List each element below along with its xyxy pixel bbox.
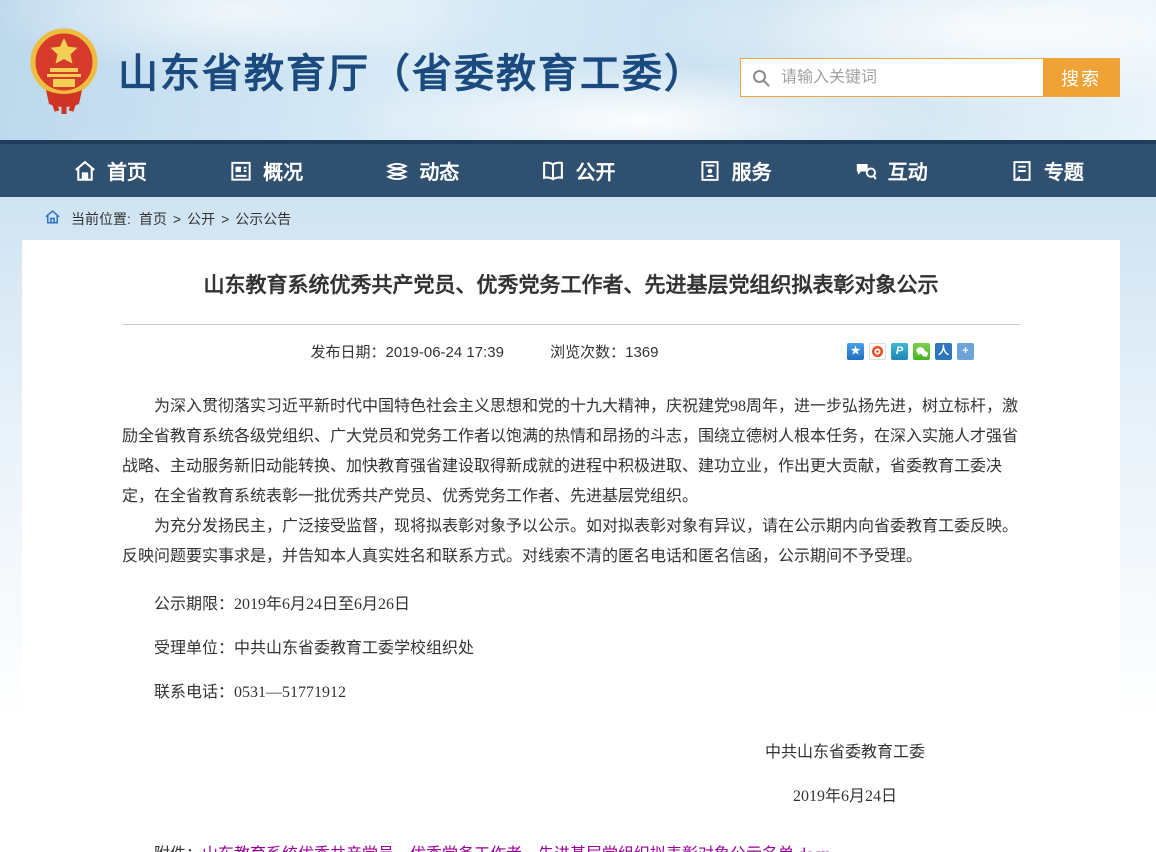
site-header: 山东省教育厅（省委教育工委） 搜索 [0, 0, 1156, 140]
search-bar: 搜索 [740, 58, 1120, 97]
service-icon [697, 158, 723, 184]
article-title: 山东教育系统优秀共产党员、优秀党务工作者、先进基层党组织拟表彰对象公示 [122, 272, 1020, 300]
breadcrumb-home-icon [44, 209, 61, 229]
main-area: 当前位置: 首页 > 公开 > 公示公告 山东教育系统优秀共产党员、优秀党务工作… [0, 197, 1156, 852]
attachment-line: 附件：山东教育系统优秀共产党员、优秀党务工作者、先进基层党组织拟表彰对象公示名单… [122, 840, 1020, 852]
views-count: 1369 [625, 344, 658, 361]
publish-date-label: 发布日期： [310, 344, 385, 361]
share-toolbar: ★ P 人 [847, 343, 974, 360]
signature-date: 2019年6月24日 [765, 782, 925, 812]
national-emblem-logo [30, 24, 98, 116]
topics-icon [1009, 158, 1035, 184]
nav-item-service[interactable]: 服务 [697, 156, 772, 185]
share-more-icon[interactable]: + [957, 343, 974, 360]
breadcrumb-item-disclosure[interactable]: 公开 [187, 209, 215, 229]
share-qzone-icon[interactable]: ★ [847, 343, 864, 360]
nav-item-home[interactable]: 首页 [72, 156, 147, 185]
search-button[interactable]: 搜索 [1043, 59, 1119, 96]
article-body: 为深入贯彻落实习近平新时代中国特色社会主义思想和党的十九大精神，庆祝建党98周年… [122, 392, 1020, 852]
breadcrumb: 当前位置: 首页 > 公开 > 公示公告 [0, 197, 1156, 240]
nav-item-news[interactable]: 动态 [384, 156, 459, 185]
article-card: 山东教育系统优秀共产党员、优秀党务工作者、先进基层党组织拟表彰对象公示 发布日期… [22, 240, 1120, 852]
nav-item-topics[interactable]: 专题 [1009, 156, 1084, 185]
paragraph: 为深入贯彻落实习近平新时代中国特色社会主义思想和党的十九大精神，庆祝建党98周年… [122, 392, 1020, 512]
notice-period-line: 公示期限：2019年6月24日至6月26日 [122, 590, 1020, 620]
news-icon [384, 158, 410, 184]
title-divider [122, 324, 1020, 325]
nav-item-disclosure[interactable]: 公开 [540, 156, 615, 185]
contact-phone-line: 联系电话：0531—51771912 [122, 678, 1020, 708]
article-meta: 发布日期：2019-06-24 17:39 浏览次数：1369 ★ P [122, 341, 1020, 362]
share-wechat-icon[interactable] [913, 343, 930, 360]
nav-item-overview[interactable]: 概况 [228, 156, 303, 185]
views-label: 浏览次数： [550, 344, 625, 361]
disclosure-icon [540, 158, 566, 184]
nav-item-interaction[interactable]: 互动 [853, 156, 928, 185]
share-sina-weibo-icon[interactable] [869, 343, 886, 360]
breadcrumb-item-notices[interactable]: 公示公告 [235, 209, 291, 229]
search-input[interactable] [781, 59, 1043, 96]
paragraph: 为充分发扬民主，广泛接受监督，现将拟表彰对象予以公示。如对拟表彰对象有异议，请在… [122, 512, 1020, 572]
attachment-label: 附件： [154, 846, 202, 852]
main-nav: 首页 概况 动态 公开 [0, 140, 1156, 197]
search-icon [741, 59, 781, 96]
signature-block: 中共山东省委教育工委 2019年6月24日 [765, 738, 925, 812]
site-title: 山东省教育厅（省委教育工委） [118, 41, 706, 99]
breadcrumb-label: 当前位置: [71, 209, 131, 229]
accepting-unit-line: 受理单位：中共山东省委教育工委学校组织处 [122, 634, 1020, 664]
attachment-link[interactable]: 山东教育系统优秀共产党员、优秀党务工作者、先进基层党组织拟表彰对象公示名单.do… [202, 846, 829, 852]
overview-icon [228, 158, 254, 184]
home-icon [72, 158, 98, 184]
brand: 山东省教育厅（省委教育工委） [30, 24, 706, 116]
signature-org: 中共山东省委教育工委 [765, 738, 925, 768]
breadcrumb-item-home[interactable]: 首页 [139, 209, 167, 229]
share-tencent-weibo-icon[interactable]: P [891, 343, 908, 360]
share-renren-icon[interactable]: 人 [935, 343, 952, 360]
interaction-icon [853, 158, 879, 184]
publish-date: 2019-06-24 17:39 [386, 344, 504, 361]
